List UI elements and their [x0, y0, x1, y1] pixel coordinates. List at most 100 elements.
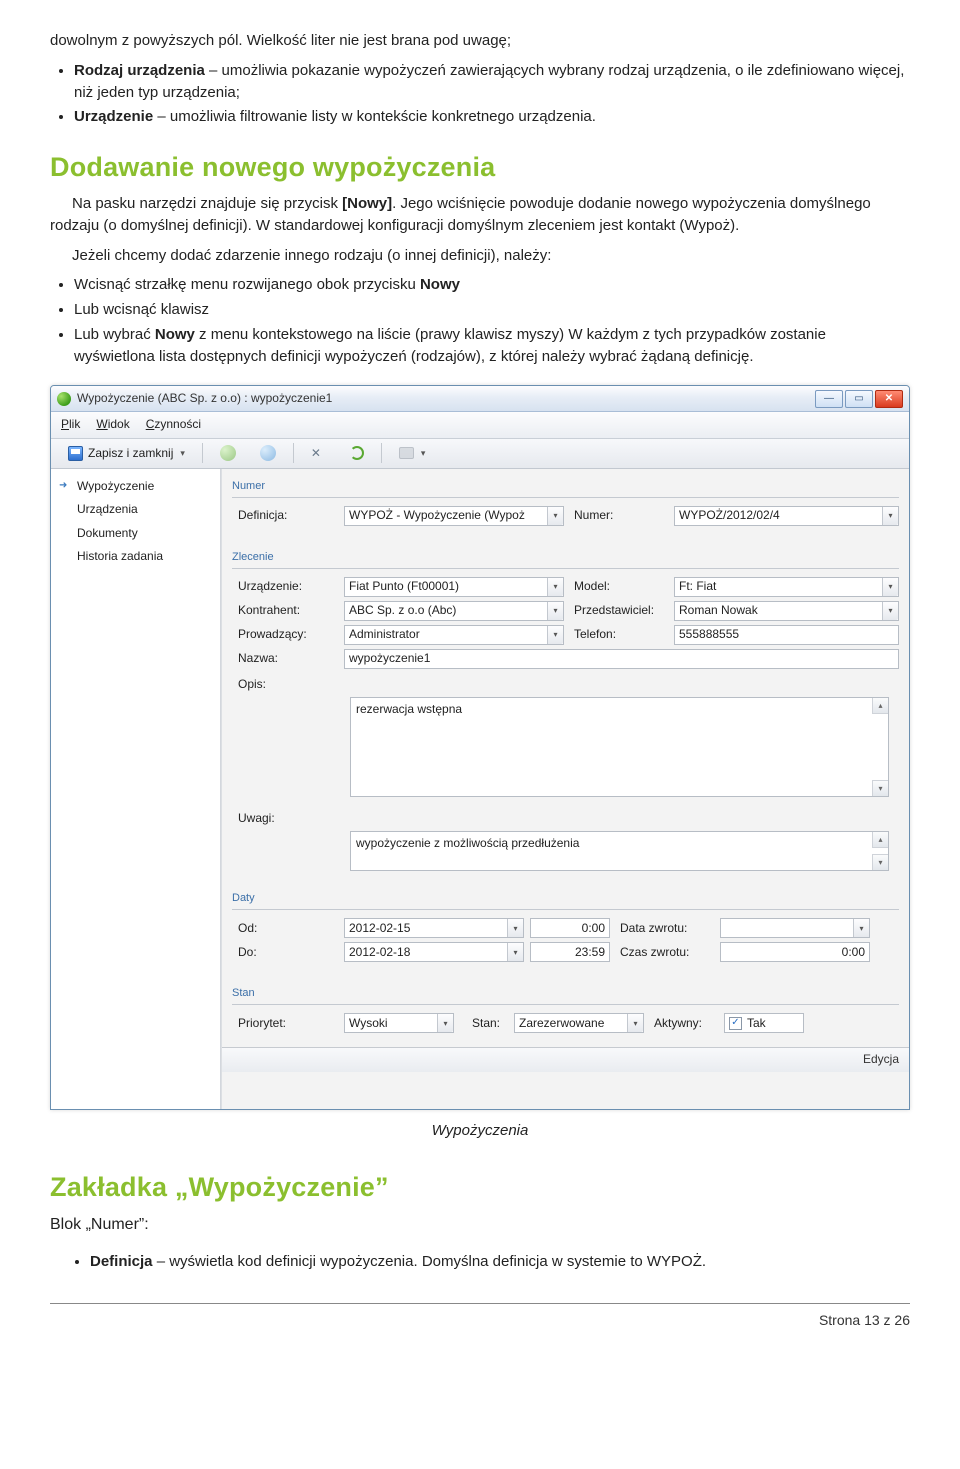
bullet-key: Lub wcisnąć klawisz [74, 299, 910, 321]
dropdown-icon[interactable] [882, 578, 898, 596]
toolbar-separator [293, 443, 294, 463]
chevron-down-icon[interactable]: ▾ [421, 447, 426, 460]
sidebar-item-documents[interactable]: Dokumenty [51, 522, 220, 545]
field-do-time[interactable]: 23:59 [530, 942, 610, 962]
group-daty: Daty Od: 2012-02-15 0:00 Data zwrotu: Do… [232, 887, 899, 976]
print-icon [399, 447, 414, 459]
field-uwagi[interactable]: wypożyczenie z możliwością przedłużenia … [350, 831, 889, 871]
label-model: Model: [564, 578, 674, 595]
refresh-button[interactable] [341, 443, 373, 463]
scroll-down-icon[interactable]: ▾ [872, 780, 888, 796]
field-priorytet[interactable]: Wysoki [344, 1013, 454, 1033]
label-nazwa: Nazwa: [232, 650, 344, 667]
field-stan[interactable]: Zarezerwowane [514, 1013, 644, 1033]
back-icon [220, 445, 236, 461]
scroll-up-icon[interactable]: ▴ [872, 698, 888, 714]
titlebar: Wypożyczenie (ABC Sp. z o.o) : wypożycze… [51, 386, 909, 412]
field-przedstawiciel[interactable]: Roman Nowak [674, 601, 899, 621]
tools-button[interactable] [302, 443, 335, 464]
label-urzadzenie: Urządzenie: [232, 578, 344, 595]
dropdown-icon[interactable] [882, 507, 898, 525]
forward-button[interactable] [251, 442, 285, 464]
field-definicja[interactable]: WYPOŻ - Wypożyczenie (Wypoż [344, 506, 564, 526]
label-kontrahent: Kontrahent: [232, 602, 344, 619]
field-aktywny[interactable]: ✓ Tak [724, 1013, 804, 1033]
field-telefon[interactable]: 555888555 [674, 625, 899, 645]
field-od-time[interactable]: 0:00 [530, 918, 610, 938]
label-opis: Opis: [232, 673, 344, 693]
field-prowadzacy[interactable]: Administrator [344, 625, 564, 645]
bullet-rodzaj: Rodzaj urządzenia – umożliwia pokazanie … [74, 60, 910, 104]
label-prowadzacy: Prowadzący: [232, 626, 344, 643]
para-add-2: Jeżeli chcemy dodać zdarzenie innego rod… [50, 245, 910, 267]
bullet-rodzaj-bold: Rodzaj urządzenia [74, 62, 205, 79]
chevron-down-icon[interactable]: ▾ [180, 447, 185, 460]
minimize-button[interactable]: — [815, 390, 843, 408]
label-od: Od: [232, 920, 344, 937]
label-numer: Numer: [564, 507, 674, 524]
save-close-button[interactable]: Zapisz i zamknij ▾ [59, 442, 194, 465]
group-stan: Stan Priorytet: Wysoki Stan: Zarezerwowa… [232, 982, 899, 1047]
scroll-down-icon[interactable]: ▾ [872, 854, 888, 870]
toolbar: Zapisz i zamknij ▾ ▾ [51, 439, 909, 469]
field-opis[interactable]: rezerwacja wstępna ▴ ▾ [350, 697, 889, 797]
dropdown-icon[interactable] [547, 626, 563, 644]
close-button[interactable]: ✕ [875, 390, 903, 408]
para-add-1: Na pasku narzędzi znajduje się przycisk … [50, 193, 910, 237]
heading-add-rental: Dodawanie nowego wypożyczenia [50, 148, 910, 187]
dropdown-icon[interactable] [627, 1014, 643, 1032]
label-czas-zwrotu: Czas zwrotu: [610, 944, 720, 961]
dropdown-icon[interactable] [507, 919, 523, 937]
dropdown-icon[interactable] [507, 943, 523, 961]
field-model[interactable]: Ft: Fiat [674, 577, 899, 597]
label-do: Do: [232, 944, 344, 961]
sidebar-item-devices[interactable]: Urządzenia [51, 498, 220, 521]
toolbar-separator [202, 443, 203, 463]
label-stan: Stan: [466, 1015, 514, 1032]
bullet-arrow: Wcisnąć strzałkę menu rozwijanego obok p… [74, 274, 910, 296]
bullet-context: Lub wybrać Nowy z menu kontekstowego na … [74, 324, 910, 368]
dropdown-icon[interactable] [547, 507, 563, 525]
field-numer[interactable]: WYPOŻ/2012/02/4 [674, 506, 899, 526]
statusbar: Edycja [222, 1047, 909, 1071]
dropdown-icon[interactable] [547, 602, 563, 620]
dropdown-icon[interactable] [853, 919, 869, 937]
dropdown-icon[interactable] [882, 602, 898, 620]
bullet-definicja: Definicja – wyświetla kod definicji wypo… [90, 1251, 910, 1273]
figure-caption: Wypożyczenia [50, 1120, 910, 1142]
field-nazwa[interactable]: wypożyczenie1 [344, 649, 899, 669]
field-od-date[interactable]: 2012-02-15 [344, 918, 524, 938]
field-kontrahent[interactable]: ABC Sp. z o.o (Abc) [344, 601, 564, 621]
field-urzadzenie[interactable]: Fiat Punto (Ft00001) [344, 577, 564, 597]
save-icon [68, 446, 83, 461]
print-button[interactable]: ▾ [390, 444, 435, 463]
page-footer: Strona 13 z 26 [50, 1303, 910, 1330]
intro-bullets: Rodzaj urządzenia – umożliwia pokazanie … [50, 60, 910, 128]
maximize-button[interactable]: ▭ [845, 390, 873, 408]
app-icon [57, 392, 71, 406]
field-do-date[interactable]: 2012-02-18 [344, 942, 524, 962]
refresh-icon [350, 446, 364, 460]
label-priorytet: Priorytet: [232, 1015, 344, 1032]
dropdown-icon[interactable] [437, 1014, 453, 1032]
field-data-zwrotu[interactable] [720, 918, 870, 938]
checkbox-icon[interactable]: ✓ [729, 1017, 742, 1030]
blok-bullets: Definicja – wyświetla kod definicji wypo… [50, 1251, 910, 1273]
label-data-zwrotu: Data zwrotu: [610, 920, 720, 937]
back-button[interactable] [211, 442, 245, 464]
dropdown-icon[interactable] [547, 578, 563, 596]
sidebar: Wypożyczenie Urządzenia Dokumenty Histor… [51, 469, 221, 1109]
sidebar-item-history[interactable]: Historia zadania [51, 545, 220, 568]
tools-icon [311, 446, 326, 461]
group-zlecenie: Zlecenie Urządzenie: Fiat Punto (Ft00001… [232, 546, 899, 882]
add-bullets: Wcisnąć strzałkę menu rozwijanego obok p… [50, 274, 910, 367]
label-telefon: Telefon: [564, 626, 674, 643]
forward-icon [260, 445, 276, 461]
sidebar-item-rental[interactable]: Wypożyczenie [51, 475, 220, 498]
menu-actions[interactable]: Czynności [146, 416, 201, 433]
rental-window: Wypożyczenie (ABC Sp. z o.o) : wypożycze… [50, 385, 910, 1109]
scroll-up-icon[interactable]: ▴ [872, 832, 888, 848]
field-czas-zwrotu[interactable]: 0:00 [720, 942, 870, 962]
menu-view[interactable]: Widok [96, 416, 129, 433]
menu-file[interactable]: Plik [61, 416, 80, 433]
